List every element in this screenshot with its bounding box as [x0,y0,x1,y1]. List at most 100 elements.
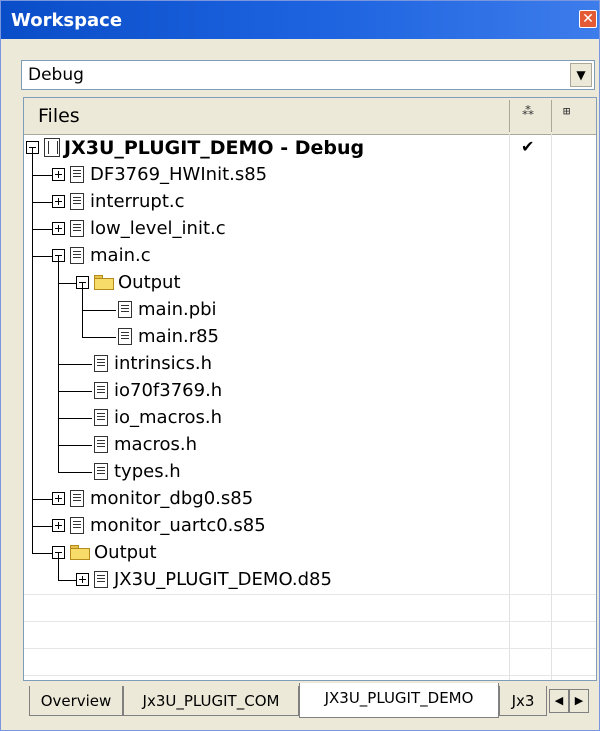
tree-item-label: JX3U_PLUGIT_DEMO.d85 [114,569,332,590]
file-icon [94,436,108,453]
tree-item-label: DF3769_HWInit.s85 [90,164,268,185]
tab-label: Overview [40,692,112,710]
folder-icon [70,545,90,560]
tree-item-label: interrupt.c [90,191,185,212]
tree-item-label: intrinsics.h [114,353,213,374]
file-icon [118,301,132,318]
window-title: Workspace [11,10,123,31]
header-divider [551,100,552,132]
tree-item-label: low_level_init.c [90,218,226,239]
file-icon [94,571,108,588]
tab-jx3u-plugit-demo[interactable]: JX3U_PLUGIT_DEMO [299,683,499,718]
file-icon [70,247,84,264]
tree-connector-line [58,445,92,446]
file-row[interactable]: io70f3769.h [24,378,596,405]
file-row[interactable]: macros.h [24,432,596,459]
empty-row-divider [24,594,596,595]
tab-label: Jx3 [511,692,535,710]
tab-overview[interactable]: Overview [29,686,123,716]
file-row[interactable]: JX3U_PLUGIT_DEMO.d85 [24,567,596,594]
folder-row[interactable]: Output [24,540,596,567]
tree-connector-line [32,229,52,230]
tree-connector-line [58,553,59,580]
file-tree-panel: Files ⁂ ⊞ JX3U_PLUGIT_DEMO - Debug ✔ DF376… [23,97,597,681]
file-icon [118,328,132,345]
file-row[interactable]: io_macros.h [24,405,596,432]
options-icon[interactable]: ⊞ [563,104,570,118]
expand-plus-icon[interactable] [52,195,65,208]
tree-connector-line [32,175,52,176]
header-divider [509,100,510,132]
configuration-dropdown[interactable]: Debug ▼ [21,60,595,90]
project-icon [44,138,60,157]
tree-connector-line [58,391,92,392]
tree-item-label: io_macros.h [114,407,222,428]
file-row[interactable]: monitor_uartc0.s85 [24,513,596,540]
file-icon [94,409,108,426]
tree-connector-line [32,499,52,500]
tab-bar: Overview Jx3U_PLUGIT_COM JX3U_PLUGIT_DEM… [23,683,597,723]
file-icon [70,220,84,237]
tree-item-label: main.c [90,245,151,266]
file-row[interactable]: monitor_dbg0.s85 [24,486,596,513]
file-row[interactable]: interrupt.c [24,189,596,216]
tab-jx3u-plugit-com[interactable]: Jx3U_PLUGIT_COM [123,686,299,716]
tree-connector-line [58,364,92,365]
title-bar[interactable]: Workspace ✕ [1,1,599,39]
file-icon [94,355,108,372]
close-button[interactable]: ✕ [579,10,597,28]
expand-plus-icon[interactable] [52,519,65,532]
tree-item-label: main.r85 [138,326,219,347]
tree-connector-line [82,310,116,311]
file-row[interactable]: intrinsics.h [24,351,596,378]
tab-jx3-truncated[interactable]: Jx3 [499,686,547,716]
expand-plus-icon[interactable] [52,492,65,505]
tree-item-label: Output [94,542,157,563]
project-row[interactable]: JX3U_PLUGIT_DEMO - Debug ✔ [24,135,596,162]
build-check-icon: ✔ [521,137,535,156]
tree-item-label: Output [118,272,181,293]
tab-label: JX3U_PLUGIT_DEMO [324,689,474,707]
expand-plus-icon[interactable] [76,573,89,586]
tree-connector-line [32,148,33,553]
tab-label: Jx3U_PLUGIT_COM [142,692,280,710]
tree-connector-line [58,580,76,581]
tree-item-label: macros.h [114,434,197,455]
empty-row-divider [24,621,596,622]
tree-connector-line [58,418,92,419]
tree-connector-line [32,526,52,527]
file-row[interactable]: main.c [24,243,596,270]
folder-icon [94,275,114,290]
file-icon [94,382,108,399]
expand-plus-icon[interactable] [52,168,65,181]
file-icon [70,166,84,183]
tree-connector-line [32,202,52,203]
file-row[interactable]: low_level_init.c [24,216,596,243]
tree-connector-line [58,283,76,284]
empty-row-divider [24,675,596,676]
tree-item-label: main.pbi [138,299,217,320]
file-row[interactable]: DF3769_HWInit.s85 [24,162,596,189]
file-icon [70,193,84,210]
tree-item-label: JX3U_PLUGIT_DEMO - Debug [64,137,365,159]
files-column-header[interactable]: Files [38,105,80,127]
scroll-right-button[interactable]: ▶ [569,689,589,713]
file-icon [94,463,108,480]
tree-item-label: monitor_uartc0.s85 [90,515,266,536]
file-row[interactable]: types.h [24,459,596,486]
tree-item-label: io70f3769.h [114,380,223,401]
tree-item-label: types.h [114,461,181,482]
tree-connector-line [32,553,52,554]
chevron-down-icon[interactable]: ▼ [570,63,592,87]
tree-item-label: monitor_dbg0.s85 [90,488,254,509]
configuration-value: Debug [28,65,84,85]
workspace-window: Workspace ✕ Debug ▼ Files ⁂ ⊞ JX3U_PLUGI… [0,0,600,731]
scroll-left-button[interactable]: ◀ [549,689,569,713]
tree-connector-line [32,256,52,257]
column-header: Files ⁂ ⊞ [24,98,596,135]
build-status-icon[interactable]: ⁂ [522,104,534,118]
tree-connector-line [58,472,92,473]
file-icon [70,517,84,534]
expand-plus-icon[interactable] [52,222,65,235]
folder-row[interactable]: Output [24,270,596,297]
